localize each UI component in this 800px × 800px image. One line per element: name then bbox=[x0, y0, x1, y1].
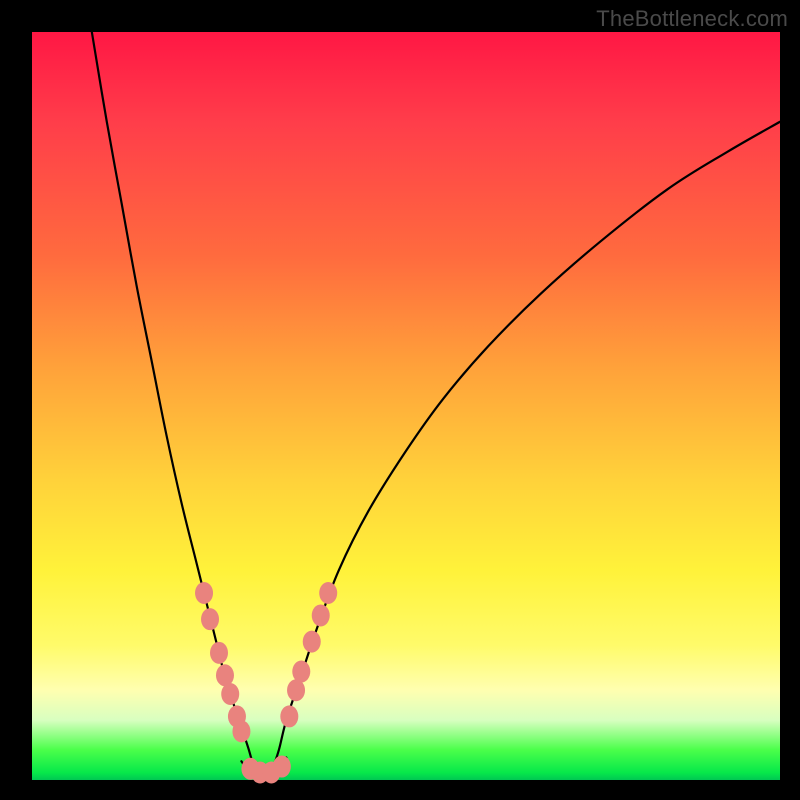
data-marker bbox=[195, 582, 213, 604]
chart-svg-layer bbox=[0, 0, 800, 800]
data-marker bbox=[232, 720, 250, 742]
data-marker bbox=[273, 756, 291, 778]
chart-frame: TheBottleneck.com bbox=[0, 0, 800, 800]
data-marker bbox=[303, 631, 321, 653]
curve-right-arm bbox=[271, 122, 780, 773]
data-marker bbox=[216, 664, 234, 686]
data-marker bbox=[201, 608, 219, 630]
data-marker bbox=[319, 582, 337, 604]
data-marker bbox=[221, 683, 239, 705]
data-marker bbox=[210, 642, 228, 664]
data-marker bbox=[312, 604, 330, 626]
data-marker bbox=[280, 705, 298, 727]
data-marker bbox=[292, 661, 310, 683]
data-marker bbox=[287, 679, 305, 701]
curve-left-arm bbox=[92, 32, 255, 773]
